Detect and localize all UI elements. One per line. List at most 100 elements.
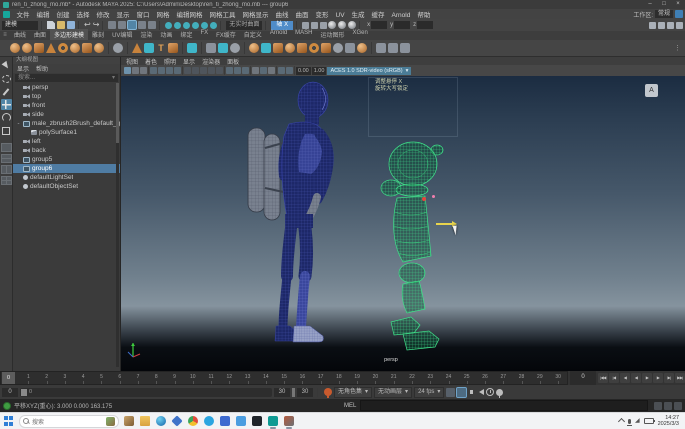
timeline-tick[interactable]: 19 <box>348 372 366 384</box>
script-editor-icon[interactable] <box>654 402 662 410</box>
viewport-toolbar-icon[interactable] <box>224 66 225 75</box>
shelf-tool-icon[interactable] <box>187 43 197 53</box>
viewport-toolbar-icon[interactable] <box>294 66 295 75</box>
shelf-tool-icon[interactable] <box>371 42 372 54</box>
viewport-toolbar-icon[interactable] <box>158 67 165 74</box>
shelf-tool-icon[interactable] <box>168 43 178 53</box>
shelf-tool-icon[interactable] <box>127 42 128 54</box>
manipulator-pivot-point[interactable] <box>432 195 435 198</box>
mel-toggle[interactable]: MEL <box>344 403 356 409</box>
anim-preferences-icon[interactable] <box>486 388 494 396</box>
selection-mask-icon[interactable] <box>118 21 126 29</box>
menu-item[interactable]: 窗口 <box>133 12 153 19</box>
output-window-icon[interactable] <box>664 402 672 410</box>
expand-toggle[interactable]: - <box>16 121 21 127</box>
taskbar-app-icon[interactable] <box>220 416 230 426</box>
menu-item[interactable]: 修改 <box>93 12 113 19</box>
workspace-dropdown[interactable]: 常规 <box>655 10 673 18</box>
layout-single-button[interactable] <box>1 143 12 152</box>
clock[interactable]: 14:27 2025/3/3 <box>658 415 679 428</box>
timeline-tick[interactable]: 30 <box>549 372 567 384</box>
playback-button[interactable]: ▶ <box>642 373 652 383</box>
viewport-toolbar-icon[interactable] <box>268 67 275 74</box>
selected-green-model[interactable] <box>373 134 493 354</box>
timeline-tick[interactable]: 21 <box>385 372 403 384</box>
shelf-tab[interactable]: 渲染 <box>136 29 156 40</box>
timeline-tick[interactable]: 18 <box>330 372 348 384</box>
timeline-tick[interactable]: 28 <box>512 372 530 384</box>
taskbar-app-icon[interactable] <box>236 416 246 426</box>
sidebar-toggle-icon[interactable] <box>649 22 656 29</box>
viewport-toolbar-icon[interactable] <box>242 67 249 74</box>
timeline-tick[interactable]: 4 <box>74 372 92 384</box>
shelf-tool-icon[interactable] <box>46 43 56 53</box>
taskbar-app-icon[interactable] <box>252 416 262 426</box>
menu-item[interactable]: Arnold <box>388 12 414 19</box>
viewport-toolbar-icon[interactable] <box>216 67 223 74</box>
shelf-tab[interactable]: 动画 <box>156 29 176 40</box>
shelf-tool-icon[interactable] <box>333 43 343 53</box>
tool-icon[interactable] <box>1 60 12 71</box>
shelf-tool-icon[interactable] <box>94 43 104 53</box>
microphone-icon[interactable] <box>628 419 631 424</box>
shelf-tab[interactable]: MASH <box>291 29 316 40</box>
viewport-toolbar-icon[interactable] <box>250 66 251 75</box>
timeline-tick[interactable]: 14 <box>257 372 275 384</box>
outliner-item[interactable]: group6 <box>13 164 120 173</box>
viewport-toolbar-icon[interactable] <box>226 67 233 74</box>
fps-dropdown[interactable]: 24 fps ▾ <box>414 387 444 398</box>
network-icon[interactable]: ◢ <box>635 418 640 424</box>
viewport-toolbar-icon[interactable] <box>234 67 241 74</box>
menu-item[interactable]: 缓存 <box>368 12 388 19</box>
shelf-tool-icon[interactable] <box>58 43 68 53</box>
character-set-dropdown[interactable]: 无角色集 ▾ <box>334 387 372 398</box>
viewport-toolbar-icon[interactable] <box>166 67 173 74</box>
shelf-tool-icon[interactable] <box>34 43 44 53</box>
timeline-tick[interactable]: 2 <box>38 372 56 384</box>
coord-y-input[interactable] <box>394 21 410 29</box>
outliner-menu-item[interactable]: 帮助 <box>36 64 48 73</box>
menu-item[interactable]: 网格 <box>153 12 173 19</box>
viewport-3d-view[interactable]: 调整悬停 X 旋转大写锁定 A <box>121 76 685 371</box>
shelf-tool-icon[interactable] <box>345 43 355 53</box>
snap-icon[interactable] <box>192 22 199 29</box>
menu-item[interactable]: 帮助 <box>414 12 434 19</box>
menu-item[interactable]: 网格工具 <box>206 12 239 19</box>
timeline-tick[interactable]: 3 <box>56 372 74 384</box>
tool-icon[interactable] <box>1 73 12 84</box>
history-icon[interactable] <box>320 22 327 29</box>
timeline-tick[interactable]: 6 <box>111 372 129 384</box>
scrollbar-thumb[interactable] <box>116 83 119 143</box>
history-icon[interactable] <box>302 22 309 29</box>
tool-icon[interactable] <box>1 125 12 136</box>
timeline-tick[interactable]: 22 <box>403 372 421 384</box>
shelf-tool-icon[interactable] <box>273 43 283 53</box>
outliner-search-input[interactable]: 搜索... ▾ <box>15 74 118 82</box>
shelf-tool-icon[interactable] <box>22 43 32 53</box>
shelf-tab[interactable]: 雕刻 <box>88 29 108 40</box>
undo-redo-icon[interactable]: ↩ <box>84 21 91 29</box>
selection-mask-icon[interactable] <box>108 21 116 29</box>
snap-icon[interactable] <box>174 22 181 29</box>
shelf-menu-icon[interactable]: ≡ <box>0 31 10 40</box>
menu-item[interactable]: UV <box>332 12 348 19</box>
shelf-tool-icon[interactable] <box>144 43 154 53</box>
shelf-tab[interactable]: 绑定 <box>176 29 196 40</box>
timeline-tick[interactable]: 7 <box>129 372 147 384</box>
viewport-toolbar-icon[interactable] <box>286 67 293 74</box>
shelf-tool-icon[interactable] <box>357 43 367 53</box>
viewport-toolbar-icon[interactable] <box>182 66 183 75</box>
taskbar-search[interactable]: 搜索 <box>19 415 119 428</box>
shelf-tab[interactable]: 曲面 <box>30 29 50 40</box>
mute-speaker-icon[interactable] <box>479 389 484 395</box>
viewport-toolbar-icon[interactable] <box>148 66 149 75</box>
range-bar[interactable]: 0 <box>20 388 272 397</box>
sidebar-toggle-icon[interactable] <box>667 22 674 29</box>
start-button[interactable] <box>4 416 14 426</box>
timeline-tick[interactable]: 13 <box>238 372 256 384</box>
maximize-button[interactable]: □ <box>657 0 671 9</box>
timeline-tick[interactable]: 24 <box>439 372 457 384</box>
outliner-menu-item[interactable]: 显示 <box>17 64 29 73</box>
shelf-tab[interactable]: FX <box>196 29 212 40</box>
shelf-tool-icon[interactable] <box>206 43 216 53</box>
